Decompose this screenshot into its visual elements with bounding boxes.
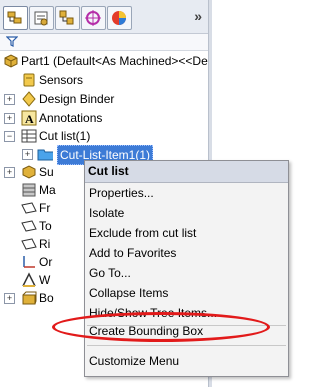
configuration-manager-icon — [59, 10, 74, 25]
tree-item-label: Cut list(1) — [39, 129, 91, 143]
tree-item-annotations[interactable]: + A Annotations — [0, 109, 208, 127]
manager-tab-bar: » — [0, 0, 208, 34]
expand-icon[interactable]: + — [4, 113, 15, 124]
menu-item-create-bounding-box[interactable]: Create Bounding Box — [85, 321, 288, 341]
property-manager-icon — [34, 11, 48, 26]
tree-item-right-plane[interactable]: Ri — [0, 235, 84, 253]
menu-item-exclude-from-cut-list[interactable]: Exclude from cut list — [85, 223, 288, 243]
right-plane-icon — [21, 238, 37, 250]
tab-display-manager[interactable] — [107, 6, 132, 30]
tab-property-manager[interactable] — [29, 6, 54, 30]
tree-item-origin[interactable]: Or — [0, 253, 84, 271]
tree-item-label: Su — [39, 165, 54, 179]
menu-separator — [87, 345, 286, 346]
tree-item-solid-bodies[interactable]: + Su — [0, 163, 84, 181]
tree-item-label: Bo — [39, 291, 54, 305]
tree-item-label: To — [39, 219, 52, 233]
menu-item-properties[interactable]: Properties... — [85, 183, 288, 203]
context-menu-title: Cut list — [85, 161, 288, 183]
tree-item-label: Ma — [39, 183, 56, 197]
menu-item-go-to[interactable]: Go To... — [85, 263, 288, 283]
design-binder-icon — [22, 91, 36, 107]
material-icon — [22, 183, 36, 197]
context-menu: Cut list Properties... Isolate Exclude f… — [84, 160, 289, 377]
dimxpert-icon — [85, 10, 101, 26]
filter-icon — [6, 36, 18, 47]
cut-list-icon — [21, 129, 37, 143]
tree-item-label: Sensors — [39, 73, 84, 87]
collapse-icon[interactable]: − — [4, 131, 15, 142]
display-manager-icon — [112, 11, 126, 25]
menu-item-collapse-items[interactable]: Collapse Items — [85, 283, 288, 303]
sensor-icon — [23, 73, 35, 87]
svg-text:A: A — [25, 112, 34, 126]
front-plane-icon — [21, 202, 37, 214]
tree-item-front-plane[interactable]: Fr — [0, 199, 84, 217]
origin-icon — [23, 256, 35, 268]
tab-feature-tree[interactable] — [3, 6, 28, 30]
tree-item-label: W — [39, 273, 51, 287]
tree-item-sensors[interactable]: Sensors — [0, 71, 208, 89]
expand-icon[interactable]: + — [4, 167, 15, 178]
menu-item-isolate[interactable]: Isolate — [85, 203, 288, 223]
tree-filter-bar[interactable] — [0, 34, 208, 51]
tree-item-weldment[interactable]: W — [0, 271, 84, 289]
boss-extrude-icon — [22, 291, 37, 305]
tab-overflow-chevron[interactable]: » — [194, 8, 202, 24]
expand-icon[interactable]: + — [22, 149, 33, 160]
expand-icon[interactable]: + — [4, 293, 15, 304]
top-plane-icon — [21, 220, 37, 232]
folder-icon — [37, 149, 53, 161]
menu-item-customize-menu[interactable]: Customize Menu — [85, 351, 288, 371]
tree-item-design-binder[interactable]: + Design Binder — [0, 90, 208, 108]
tree-item-material[interactable]: Ma — [0, 181, 84, 199]
weldment-icon — [22, 272, 36, 287]
tree-item-label: Design Binder — [39, 92, 115, 106]
menu-item-hide-show-tree-items[interactable]: Hide/Show Tree Items... — [85, 303, 288, 323]
solid-bodies-icon — [22, 165, 36, 179]
expand-icon[interactable]: + — [4, 94, 15, 105]
menu-item-add-to-favorites[interactable]: Add to Favorites — [85, 243, 288, 263]
tree-item-label: Ri — [39, 237, 51, 251]
annotations-icon: A — [21, 110, 37, 126]
tree-item-label: Fr — [39, 201, 51, 215]
tree-root-part[interactable]: Part1 (Default<As Machined><<De — [0, 52, 208, 70]
tree-item-cut-list[interactable]: − Cut list(1) — [0, 127, 208, 145]
tree-item-top-plane[interactable]: To — [0, 217, 84, 235]
part-icon — [4, 54, 18, 68]
tree-item-boss-extrude[interactable]: + Bo — [0, 289, 84, 307]
tab-configuration-manager[interactable] — [55, 6, 80, 30]
tab-dimxpert-manager[interactable] — [81, 6, 106, 30]
tree-item-label: Annotations — [39, 111, 103, 125]
tree-item-label: Or — [39, 255, 53, 269]
feature-tree-icon — [7, 11, 22, 24]
tree-root-label: Part1 (Default<As Machined><<De — [21, 54, 208, 68]
